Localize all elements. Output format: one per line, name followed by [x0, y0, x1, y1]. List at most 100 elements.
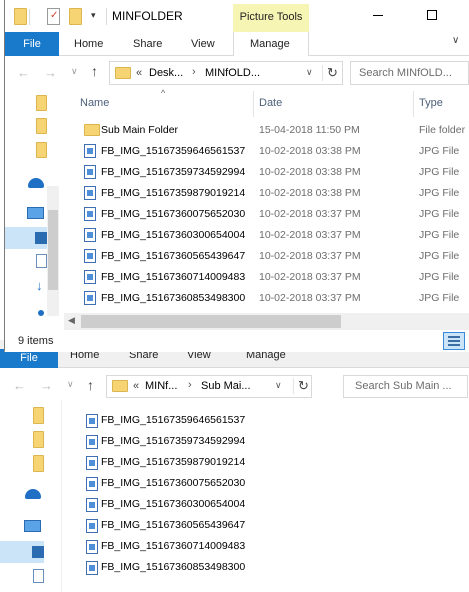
row-type: JPG File	[419, 166, 460, 178]
expand-ribbon-icon[interactable]: ∨	[452, 36, 459, 46]
column-separator[interactable]	[253, 91, 254, 117]
bg-file-row[interactable]: FB_IMG_15167360300654004	[86, 495, 286, 516]
bg-documents-icon[interactable]	[33, 569, 44, 583]
jpg-file-icon	[86, 435, 98, 449]
tab-home[interactable]: Home	[74, 38, 103, 50]
back-arrow-icon[interactable]: ←	[17, 66, 30, 79]
search-input[interactable]: Search MINfOLD...	[350, 61, 469, 85]
row-type: JPG File	[419, 187, 460, 199]
row-date: 10-02-2018 03:38 PM	[259, 166, 361, 178]
bg-refresh-icon[interactable]: ↻	[293, 378, 309, 394]
this-pc-icon[interactable]	[27, 207, 44, 219]
bg-file-row[interactable]: FB_IMG_15167360075652030	[86, 474, 286, 495]
window-folder-icon	[14, 8, 27, 25]
bg-this-pc-icon[interactable]	[24, 520, 41, 532]
properties-icon[interactable]: ✓	[47, 8, 60, 25]
bg-nav-folder-icon[interactable]	[33, 431, 44, 448]
picture-tools-label: Picture Tools	[233, 4, 309, 33]
bg-recent-dropdown-icon[interactable]: ∨	[67, 380, 74, 389]
bg-address-part-1[interactable]: MINf...	[145, 380, 177, 392]
address-part-minfolder[interactable]: MINfOLD...	[205, 67, 260, 79]
bg-file-row[interactable]: FB_IMG_15167359879019214	[86, 453, 286, 474]
bg-file-row[interactable]: FB_IMG_15167359646561537	[86, 411, 286, 432]
bg-address-dropdown-icon[interactable]: ∨	[275, 380, 282, 391]
tab-share[interactable]: Share	[133, 38, 162, 50]
table-row[interactable]: FB_IMG_15167360565439647 10-02-2018 03:3…	[76, 246, 469, 267]
table-row[interactable]: FB_IMG_15167360300654004 10-02-2018 03:3…	[76, 225, 469, 246]
nav-item-icon[interactable]	[38, 310, 44, 316]
bg-file-name: FB_IMG_15167360075652030	[101, 477, 246, 489]
jpg-file-icon	[84, 270, 96, 284]
recent-locations-icon[interactable]: ∨	[71, 67, 78, 76]
bg-up-arrow-icon[interactable]: ↑	[87, 378, 94, 392]
bg-nav-folder-icon[interactable]	[33, 455, 44, 472]
bg-nav-folder-icon[interactable]	[33, 407, 44, 424]
address-dropdown-icon[interactable]: ∨	[306, 67, 313, 78]
item-count: 9 items	[18, 335, 54, 347]
bg-onedrive-icon[interactable]	[25, 489, 41, 499]
row-type: JPG File	[419, 208, 460, 220]
jpg-file-icon	[86, 477, 98, 491]
table-row-folder[interactable]: Sub Main Folder 15-04-2018 11:50 PM File…	[76, 120, 469, 141]
horizontal-scrollbar-thumb[interactable]	[81, 315, 341, 328]
row-name: FB_IMG_15167360565439647	[101, 250, 246, 262]
nav-scrollbar-thumb[interactable]	[48, 210, 58, 290]
bg-address-bar[interactable]: « MINf... › Sub Mai... ∨ ↻	[106, 375, 312, 398]
column-type[interactable]: Type	[419, 97, 443, 109]
row-name: FB_IMG_15167359734592994	[101, 166, 246, 178]
jpg-file-icon	[84, 291, 96, 305]
forward-arrow-icon[interactable]: →	[44, 66, 57, 79]
table-row[interactable]: FB_IMG_15167359879019214 10-02-2018 03:3…	[76, 183, 469, 204]
address-part-desktop[interactable]: Desk...	[149, 67, 183, 79]
bg-search-placeholder: Search Sub Main ...	[355, 380, 452, 392]
scroll-left-icon[interactable]: ◀	[68, 315, 75, 326]
row-type: JPG File	[419, 250, 460, 262]
bg-search-input[interactable]: Search Sub Main ...	[343, 375, 468, 398]
up-arrow-icon[interactable]: ↑	[91, 64, 98, 78]
jpg-file-icon	[84, 144, 96, 158]
details-view-icon[interactable]	[443, 332, 465, 350]
jpg-file-icon	[86, 498, 98, 512]
table-row[interactable]: FB_IMG_15167359646561537 10-02-2018 03:3…	[76, 141, 469, 162]
minimize-icon[interactable]	[373, 15, 383, 16]
jpg-file-icon	[84, 207, 96, 221]
refresh-icon[interactable]: ↻	[322, 65, 338, 81]
jpg-file-icon	[84, 249, 96, 263]
column-name[interactable]: Name	[80, 97, 109, 109]
jpg-file-icon	[84, 186, 96, 200]
bg-file-row[interactable]: FB_IMG_15167360714009483	[86, 537, 286, 558]
onedrive-icon[interactable]	[28, 178, 44, 188]
table-row[interactable]: FB_IMG_15167360714009483 10-02-2018 03:3…	[76, 267, 469, 288]
bg-address-part-2[interactable]: Sub Mai...	[201, 380, 251, 392]
bg-back-arrow-icon[interactable]: ←	[13, 379, 26, 392]
status-bar	[5, 331, 469, 352]
maximize-icon[interactable]	[427, 10, 437, 20]
table-row[interactable]: FB_IMG_15167360853498300 10-02-2018 03:3…	[76, 288, 469, 309]
row-name: FB_IMG_15167360714009483	[101, 271, 246, 283]
documents-icon[interactable]	[36, 254, 47, 268]
nav-folder-icon[interactable]	[36, 142, 47, 158]
column-separator[interactable]	[413, 91, 414, 117]
customize-qat-icon[interactable]: ▾	[91, 10, 96, 21]
tab-view[interactable]: View	[191, 38, 215, 50]
new-folder-icon[interactable]	[69, 8, 82, 25]
bg-file-row[interactable]: FB_IMG_15167360853498300	[86, 558, 286, 579]
downloads-icon[interactable]: ↓	[36, 278, 43, 293]
row-date: 15-04-2018 11:50 PM	[259, 124, 360, 136]
bg-forward-arrow-icon[interactable]: →	[40, 379, 53, 392]
file-tab[interactable]: File	[5, 32, 59, 56]
bg-file-row[interactable]: FB_IMG_15167360565439647	[86, 516, 286, 537]
table-row[interactable]: FB_IMG_15167359734592994 10-02-2018 03:3…	[76, 162, 469, 183]
window-title: MINFOLDER	[112, 9, 183, 23]
jpg-file-icon	[86, 561, 98, 575]
address-bar[interactable]: « Desk... › MINfOLD... ∨ ↻	[109, 61, 343, 85]
bg-file-name: FB_IMG_15167359646561537	[101, 414, 246, 426]
tab-manage[interactable]: Manage	[250, 38, 290, 50]
nav-folder-icon[interactable]	[36, 118, 47, 134]
row-type: JPG File	[419, 271, 460, 283]
bg-file-row[interactable]: FB_IMG_15167359734592994	[86, 432, 286, 453]
column-date[interactable]: Date	[259, 97, 282, 109]
sort-ascending-icon: ^	[161, 88, 166, 98]
table-row[interactable]: FB_IMG_15167360075652030 10-02-2018 03:3…	[76, 204, 469, 225]
nav-folder-icon[interactable]	[36, 95, 47, 111]
